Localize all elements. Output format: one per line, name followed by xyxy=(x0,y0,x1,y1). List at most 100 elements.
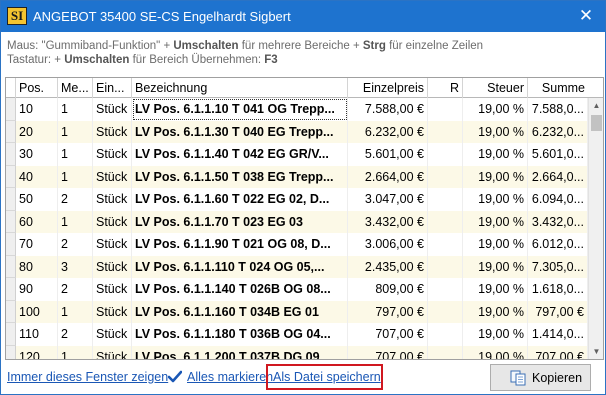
cell-pos[interactable]: 110 xyxy=(16,323,58,346)
cell-einheit[interactable]: Stück xyxy=(93,120,132,143)
cell-einheit[interactable]: Stück xyxy=(93,323,132,346)
table-row[interactable]: 100 1 Stück LV Pos. 6.1.1.160 T 034B EG 01 7… xyxy=(6,300,588,323)
cell-bezeichnung[interactable]: LV Pos. 6.1.1.40 T 042 EG GR/V... xyxy=(132,143,348,166)
cell-pos[interactable]: 10 xyxy=(16,98,58,121)
cell-steuer[interactable]: 19,00 % xyxy=(463,143,528,166)
cell-summe[interactable]: 707,00 € xyxy=(528,345,588,359)
cell-summe[interactable]: 3.432,0... xyxy=(528,210,588,233)
row-selector[interactable] xyxy=(6,120,16,143)
cell-bezeichnung[interactable]: LV Pos. 6.1.1.50 T 038 EG Trepp... xyxy=(132,165,348,188)
cell-bezeichnung[interactable]: LV Pos. 6.1.1.60 T 022 EG 02, D... xyxy=(132,188,348,211)
cell-rabatt[interactable] xyxy=(428,188,463,211)
cell-menge[interactable]: 1 xyxy=(58,120,93,143)
row-selector[interactable] xyxy=(6,143,16,166)
table-row[interactable]: 60 1 Stück LV Pos. 6.1.1.70 T 023 EG 03 3.43… xyxy=(6,210,588,233)
cell-pos[interactable]: 90 xyxy=(16,278,58,301)
cell-einheit[interactable]: Stück xyxy=(93,233,132,256)
cell-rabatt[interactable] xyxy=(428,323,463,346)
cell-steuer[interactable]: 19,00 % xyxy=(463,210,528,233)
cell-bezeichnung[interactable]: LV Pos. 6.1.1.110 T 024 OG 05,... xyxy=(132,255,348,278)
row-selector[interactable] xyxy=(6,278,16,301)
cell-bezeichnung[interactable]: LV Pos. 6.1.1.200 T 037B DG 09 xyxy=(132,345,348,359)
cell-rabatt[interactable] xyxy=(428,278,463,301)
cell-bezeichnung[interactable]: LV Pos. 6.1.1.30 T 040 EG Trepp... xyxy=(132,120,348,143)
cell-bezeichnung[interactable]: LV Pos. 6.1.1.160 T 034B EG 01 xyxy=(132,300,348,323)
cell-bezeichnung[interactable]: LV Pos. 6.1.1.70 T 023 EG 03 xyxy=(132,210,348,233)
table-row[interactable]: 120 1 Stück LV Pos. 6.1.1.200 T 037B DG 09 7… xyxy=(6,345,588,359)
cell-einzelpreis[interactable]: 809,00 € xyxy=(348,278,428,301)
cell-menge[interactable]: 2 xyxy=(58,188,93,211)
cell-pos[interactable]: 20 xyxy=(16,120,58,143)
header-selector[interactable] xyxy=(6,78,16,98)
cell-einzelpreis[interactable]: 3.006,00 € xyxy=(348,233,428,256)
cell-menge[interactable]: 1 xyxy=(58,98,93,121)
row-selector[interactable] xyxy=(6,255,16,278)
cell-rabatt[interactable] xyxy=(428,98,463,121)
cell-summe[interactable]: 7.588,0... xyxy=(528,98,588,121)
cell-steuer[interactable]: 19,00 % xyxy=(463,120,528,143)
column-header-menge[interactable]: Me... xyxy=(58,78,93,98)
cell-rabatt[interactable] xyxy=(428,143,463,166)
cell-steuer[interactable]: 19,00 % xyxy=(463,255,528,278)
cell-summe[interactable]: 2.664,0... xyxy=(528,165,588,188)
cell-bezeichnung[interactable]: LV Pos. 6.1.1.180 T 036B OG 04... xyxy=(132,323,348,346)
scroll-down-icon[interactable]: ▼ xyxy=(589,344,603,359)
cell-rabatt[interactable] xyxy=(428,345,463,359)
save-as-file-link[interactable]: Als Datei speichern xyxy=(273,370,381,385)
cell-einheit[interactable]: Stück xyxy=(93,300,132,323)
cell-einzelpreis[interactable]: 6.232,00 € xyxy=(348,120,428,143)
row-selector[interactable] xyxy=(6,300,16,323)
cell-rabatt[interactable] xyxy=(428,210,463,233)
row-selector[interactable] xyxy=(6,165,16,188)
copy-button[interactable]: Kopieren xyxy=(490,364,591,391)
cell-pos[interactable]: 30 xyxy=(16,143,58,166)
table-row[interactable]: 40 1 Stück LV Pos. 6.1.1.50 T 038 EG Trepp.… xyxy=(6,165,588,188)
cell-einheit[interactable]: Stück xyxy=(93,188,132,211)
cell-einzelpreis[interactable]: 707,00 € xyxy=(348,345,428,359)
cell-summe[interactable]: 1.618,0... xyxy=(528,278,588,301)
scroll-up-icon[interactable]: ▲ xyxy=(589,98,603,113)
cell-summe[interactable]: 7.305,0... xyxy=(528,255,588,278)
scrollbar-thumb[interactable] xyxy=(591,115,602,131)
cell-steuer[interactable]: 19,00 % xyxy=(463,345,528,359)
cell-menge[interactable]: 1 xyxy=(58,165,93,188)
cell-steuer[interactable]: 19,00 % xyxy=(463,188,528,211)
table-row[interactable]: 80 3 Stück LV Pos. 6.1.1.110 T 024 OG 05,..… xyxy=(6,255,588,278)
cell-menge[interactable]: 3 xyxy=(58,255,93,278)
cell-menge[interactable]: 1 xyxy=(58,345,93,359)
cell-steuer[interactable]: 19,00 % xyxy=(463,165,528,188)
positions-table[interactable]: Pos. Me... Ein... Bezeichnung Einzelprei… xyxy=(5,77,604,360)
cell-steuer[interactable]: 19,00 % xyxy=(463,98,528,121)
always-show-window-link[interactable]: Immer dieses Fenster zeigen xyxy=(7,370,168,385)
cell-einzelpreis[interactable]: 3.047,00 € xyxy=(348,188,428,211)
table-row[interactable]: 20 1 Stück LV Pos. 6.1.1.30 T 040 EG Trepp.… xyxy=(6,120,588,143)
cell-pos[interactable]: 80 xyxy=(16,255,58,278)
cell-einheit[interactable]: Stück xyxy=(93,143,132,166)
table-row[interactable]: 10 1 Stück LV Pos. 6.1.1.10 T 041 OG Trepp.… xyxy=(6,98,588,121)
cell-einzelpreis[interactable]: 2.435,00 € xyxy=(348,255,428,278)
cell-einheit[interactable]: Stück xyxy=(93,255,132,278)
cell-einzelpreis[interactable]: 7.588,00 € xyxy=(348,98,428,121)
column-header-pos[interactable]: Pos. xyxy=(16,78,58,98)
cell-summe[interactable]: 797,00 € xyxy=(528,300,588,323)
row-selector[interactable] xyxy=(6,323,16,346)
row-selector[interactable] xyxy=(6,210,16,233)
row-selector[interactable] xyxy=(6,188,16,211)
table-row[interactable]: 90 2 Stück LV Pos. 6.1.1.140 T 026B OG 08..… xyxy=(6,278,588,301)
cell-rabatt[interactable] xyxy=(428,300,463,323)
cell-einzelpreis[interactable]: 3.432,00 € xyxy=(348,210,428,233)
close-icon[interactable]: ✕ xyxy=(573,5,599,27)
row-selector[interactable] xyxy=(6,233,16,256)
cell-einzelpreis[interactable]: 5.601,00 € xyxy=(348,143,428,166)
cell-steuer[interactable]: 19,00 % xyxy=(463,233,528,256)
cell-rabatt[interactable] xyxy=(428,255,463,278)
cell-pos[interactable]: 70 xyxy=(16,233,58,256)
title-bar[interactable]: SI ANGEBOT 35400 SE-CS Engelhardt Sigber… xyxy=(1,1,605,32)
cell-pos[interactable]: 120 xyxy=(16,345,58,359)
cell-summe[interactable]: 5.601,0... xyxy=(528,143,588,166)
cell-menge[interactable]: 1 xyxy=(58,300,93,323)
cell-summe[interactable]: 6.094,0... xyxy=(528,188,588,211)
table-row[interactable]: 70 2 Stück LV Pos. 6.1.1.90 T 021 OG 08, D.… xyxy=(6,233,588,256)
row-selector[interactable] xyxy=(6,98,16,121)
cell-summe[interactable]: 6.012,0... xyxy=(528,233,588,256)
